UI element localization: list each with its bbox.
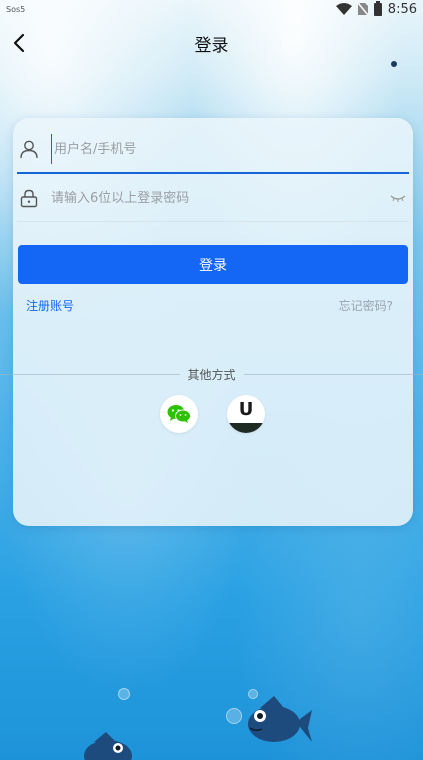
clock-time: 8:56 [387,1,417,17]
bubble-decor [118,688,130,700]
password-input[interactable] [51,183,389,213]
login-button[interactable]: 登录 [18,245,408,284]
divider-line [0,374,180,375]
eye-closed-icon[interactable] [389,192,407,204]
back-arrow-icon [13,33,25,53]
forgot-password-link[interactable]: 忘记密码? [339,297,393,314]
user-icon [17,137,41,161]
status-bar: Sos5 8:56 [0,0,423,18]
status-icons: 8:56 [335,0,417,17]
wechat-login-button[interactable] [160,395,198,433]
fish-illustration [248,696,312,742]
page-title: 登录 [194,35,229,56]
register-link[interactable]: 注册账号 [26,297,74,314]
u-app-band [227,423,265,433]
battery-icon [373,0,382,16]
divider-line [243,374,423,375]
other-methods-label: 其他方式 [187,368,236,382]
other-methods-divider: 其他方式 [0,366,423,383]
wechat-icon [167,405,191,423]
back-button[interactable] [4,28,34,58]
username-input[interactable] [51,134,409,164]
u-app-login-button[interactable]: U [227,395,265,433]
login-card: 登录 注册账号 忘记密码? 其他方式 U [0,118,423,526]
nav-bar: 登录 [0,22,423,64]
username-field [17,126,409,174]
lock-icon [17,186,41,210]
wifi-icon [335,3,352,15]
u-app-icon: U [238,399,254,420]
password-field [17,175,409,222]
carrier-label: Sos5 [6,4,26,14]
fish-illustration [84,732,132,760]
no-sim-icon [357,3,368,15]
